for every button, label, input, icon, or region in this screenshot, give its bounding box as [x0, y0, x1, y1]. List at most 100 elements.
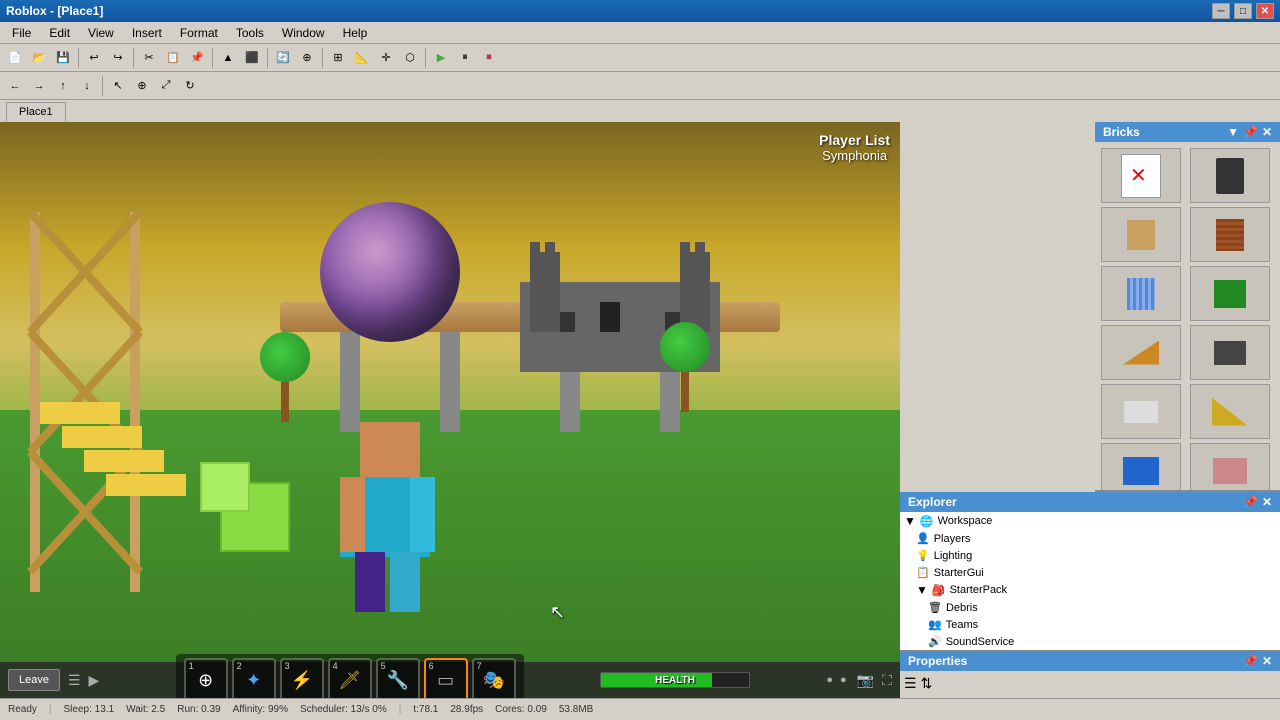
cut-button[interactable]: ✂	[138, 47, 160, 69]
open-button[interactable]: 📂	[28, 47, 50, 69]
copy-button[interactable]: 📋	[162, 47, 184, 69]
menu-tools[interactable]: Tools	[228, 24, 272, 42]
close-button[interactable]: ✕	[1256, 3, 1274, 19]
zoom-btn[interactable]: ⊕	[296, 47, 318, 69]
hotbar-slot-4[interactable]: 4 🗡	[328, 658, 372, 698]
menu-window[interactable]: Window	[274, 24, 333, 42]
menu-view[interactable]: View	[80, 24, 122, 42]
grid-btn[interactable]: ⊞	[327, 47, 349, 69]
health-bar-container: HEALTH	[600, 672, 750, 688]
bricks-title: Bricks	[1103, 125, 1140, 139]
snap-btn[interactable]: 📐	[351, 47, 373, 69]
green-cube-2	[200, 462, 250, 512]
viewport[interactable]: ↖ Player List Symphonia Leave ☰ ▶ 1 ⊕ 2 …	[0, 122, 900, 698]
brick-blue-striped[interactable]	[1101, 266, 1181, 321]
move-btn[interactable]: ✛	[375, 47, 397, 69]
arrow-right[interactable]: →	[28, 75, 50, 97]
properties-panel: Properties 📌 ✕ ☰ ⇅	[900, 651, 1280, 698]
move-tool[interactable]: ⊕	[131, 75, 153, 97]
stop-btn[interactable]: ⏹	[478, 47, 500, 69]
brick-green[interactable]	[1190, 266, 1270, 321]
status-ready: Ready	[8, 704, 37, 715]
properties-pin[interactable]: 📌	[1243, 654, 1258, 668]
player-list-title: Player List	[819, 132, 890, 148]
explorer-header: Explorer 📌 ✕	[900, 492, 1280, 512]
tb3[interactable]: ▲	[217, 47, 239, 69]
starterpack-icon: 🎒	[932, 584, 946, 597]
menu-help[interactable]: Help	[335, 24, 376, 42]
camera-icon[interactable]: 📷	[857, 672, 874, 689]
tabs-bar: Place1	[0, 100, 1280, 122]
explorer-pin[interactable]: 📌	[1243, 495, 1258, 509]
brick-pink[interactable]	[1190, 443, 1270, 490]
hotbar-slot-1[interactable]: 1 ⊕	[184, 658, 228, 698]
soundservice-label: SoundService	[946, 636, 1015, 648]
explorer-tree: ▼ 🌐 Workspace 👤 Players 💡 Lighting 📋	[900, 512, 1280, 650]
bricks-panel: Bricks ▼ 📌 ✕	[1095, 122, 1280, 492]
brick-yellow-wedge[interactable]	[1190, 384, 1270, 439]
brick-blue[interactable]	[1101, 443, 1181, 490]
bricks-pin[interactable]: 📌	[1243, 125, 1258, 139]
brick-tan[interactable]	[1101, 207, 1181, 262]
menu-icon[interactable]: ☰	[68, 672, 81, 689]
sep3	[212, 48, 213, 68]
brick-doc[interactable]	[1101, 148, 1181, 203]
explorer-workspace[interactable]: ▼ 🌐 Workspace	[900, 512, 1280, 530]
hotbar-slot-2[interactable]: 2 ✦	[232, 658, 276, 698]
menu-insert[interactable]: Insert	[124, 24, 170, 42]
rotate-btn[interactable]: 🔄	[272, 47, 294, 69]
tb4[interactable]: ⬛	[241, 47, 263, 69]
maximize-button[interactable]: □	[1234, 3, 1252, 19]
redo-button[interactable]: ↪	[107, 47, 129, 69]
brick-dark-pillar[interactable]	[1190, 148, 1270, 203]
explorer-title: Explorer	[908, 495, 957, 509]
brick-dark-grey[interactable]	[1190, 325, 1270, 380]
hotbar-slot-3[interactable]: 3 ⚡	[280, 658, 324, 698]
select-tool[interactable]: ↖	[107, 75, 129, 97]
explorer-starterpack[interactable]: ▼ 🎒 StarterPack	[900, 581, 1280, 599]
scale-btn[interactable]: ⬡	[399, 47, 421, 69]
menu-edit[interactable]: Edit	[41, 24, 78, 42]
arrow-up[interactable]: ↑	[52, 75, 74, 97]
toolbar-1: 📄 📂 💾 ↩ ↪ ✂ 📋 📌 ▲ ⬛ 🔄 ⊕ ⊞ 📐 ✛ ⬡ ▶ ⏸ ⏹	[0, 44, 1280, 72]
paste-button[interactable]: 📌	[186, 47, 208, 69]
brick-white[interactable]	[1101, 384, 1181, 439]
arrow-icon[interactable]: ▶	[89, 672, 100, 689]
fullscreen-icon[interactable]: ⛶	[882, 672, 892, 689]
explorer-soundservice[interactable]: 🔊 SoundService	[900, 633, 1280, 650]
menu-file[interactable]: File	[4, 24, 39, 42]
tab-place1[interactable]: Place1	[6, 102, 66, 122]
rotate-tool[interactable]: ↻	[179, 75, 201, 97]
brick-brown-striped[interactable]	[1190, 207, 1270, 262]
menu-format[interactable]: Format	[172, 24, 226, 42]
save-button[interactable]: 💾	[52, 47, 74, 69]
hotbar-slot-6[interactable]: 6 ▭	[424, 658, 468, 698]
hotbar-slot-5[interactable]: 5 🔧	[376, 658, 420, 698]
explorer-players[interactable]: 👤 Players	[900, 530, 1280, 547]
brick-orange-wedge[interactable]	[1101, 325, 1181, 380]
teams-label: Teams	[946, 619, 978, 631]
undo-button[interactable]: ↩	[83, 47, 105, 69]
resize-tool[interactable]: ⤢	[155, 75, 177, 97]
explorer-lighting[interactable]: 💡 Lighting	[900, 547, 1280, 564]
new-button[interactable]: 📄	[4, 47, 26, 69]
bricks-dropdown-arrow[interactable]: ▼	[1227, 125, 1239, 139]
explorer-close[interactable]: ✕	[1262, 495, 1272, 509]
arrow-left[interactable]: ←	[4, 75, 26, 97]
pause-btn[interactable]: ⏸	[454, 47, 476, 69]
explorer-debris[interactable]: 🗑 Debris	[900, 599, 1280, 616]
properties-close[interactable]: ✕	[1262, 654, 1272, 668]
status-affinity: Affinity: 99%	[233, 704, 288, 715]
minimize-button[interactable]: ─	[1212, 3, 1230, 19]
bricks-close[interactable]: ✕	[1262, 125, 1272, 139]
workspace-expand-icon: ▼	[904, 514, 916, 528]
hotbar-slot-7[interactable]: 7 🎭	[472, 658, 516, 698]
play-btn[interactable]: ▶	[430, 47, 452, 69]
props-sort-icon[interactable]: ⇅	[921, 675, 933, 692]
props-list-icon[interactable]: ☰	[904, 675, 917, 692]
status-mem: 53.8MB	[559, 704, 593, 715]
arrow-down[interactable]: ↓	[76, 75, 98, 97]
leave-button[interactable]: Leave	[8, 669, 60, 691]
explorer-startergui[interactable]: 📋 StarterGui	[900, 564, 1280, 581]
explorer-teams[interactable]: 👥 Teams	[900, 616, 1280, 633]
